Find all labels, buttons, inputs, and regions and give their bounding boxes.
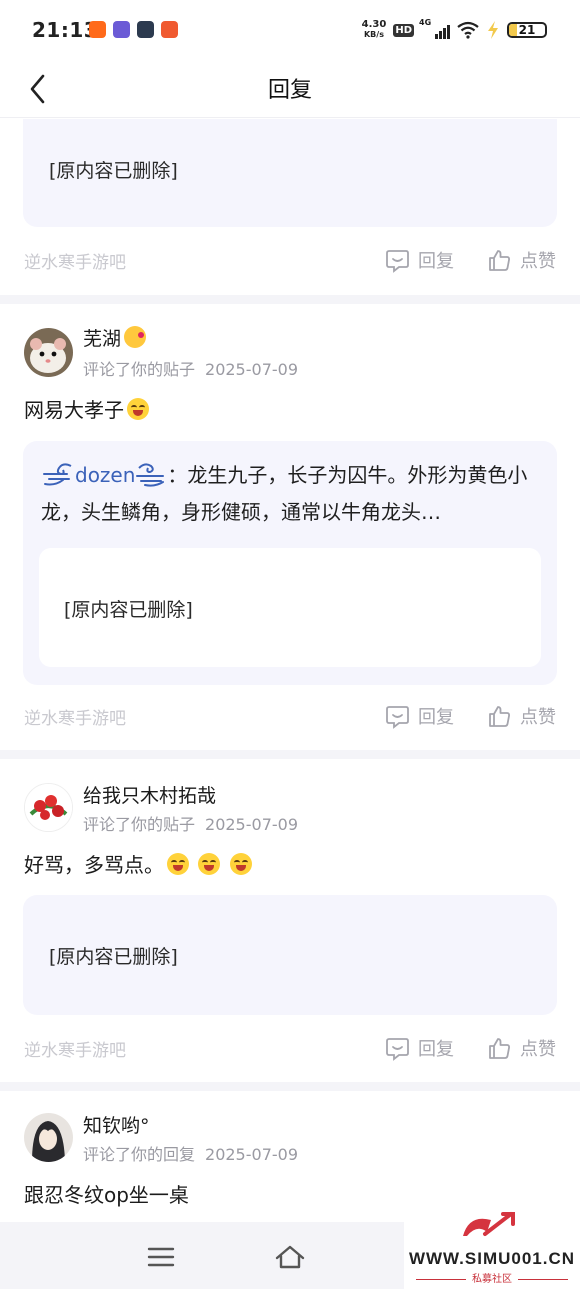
reply-button[interactable]: 回复 xyxy=(385,700,454,732)
reply-button[interactable]: 回复 xyxy=(385,244,454,276)
grinning-face-icon xyxy=(198,853,221,875)
username[interactable]: 知钦哟° xyxy=(83,1111,150,1138)
grinning-face-icon xyxy=(167,853,189,875)
app-notification-icon xyxy=(113,21,130,38)
top-app-bar: 回复 xyxy=(0,60,580,118)
thumbs-up-icon xyxy=(489,1037,510,1059)
reply-button[interactable]: 回复 xyxy=(385,1032,454,1064)
avatar[interactable] xyxy=(24,328,74,378)
swirl-decoration-icon xyxy=(43,463,72,486)
menu-button[interactable] xyxy=(144,1240,178,1274)
divider xyxy=(0,295,580,304)
item-footer: 逆水寒手游吧 回复 点赞 xyxy=(0,1032,580,1066)
divider xyxy=(0,750,580,759)
forum-name[interactable]: 逆水寒手游吧 xyxy=(24,704,126,729)
username[interactable]: 给我只木村拓哉 xyxy=(83,781,216,808)
grinning-face-icon xyxy=(229,853,252,875)
list-item[interactable]: 给我只木村拓哉 评论了你的贴子 2025-07-09 好骂，多骂点。 [原内容已删… xyxy=(0,759,580,1082)
quoted-post[interactable]: [原内容已删除] xyxy=(23,895,557,1015)
item-footer: 逆水寒手游吧 回复 点赞 xyxy=(0,700,580,734)
strawberry-avatar-image xyxy=(25,784,72,831)
taobao-notification-icon xyxy=(89,21,106,38)
home-button[interactable] xyxy=(273,1240,307,1274)
forum-name[interactable]: 逆水寒手游吧 xyxy=(24,1036,126,1061)
menu-icon xyxy=(147,1247,175,1267)
list-item[interactable]: 芜湖 评论了你的贴子 2025-07-09 网易大孝子 dozen ：龙生九子，长… xyxy=(0,304,580,750)
like-button[interactable]: 点赞 xyxy=(487,700,556,732)
reply-list: [原内容已删除] 逆水寒手游吧 回复 点赞 芜湖 评论了你的贴子 2025-07… xyxy=(0,119,580,1231)
like-button[interactable]: 点赞 xyxy=(487,1032,556,1064)
thumbs-up-icon xyxy=(489,249,510,271)
net-speed: 4.30 KB/s xyxy=(361,19,387,40)
kissing-face-icon xyxy=(124,326,147,348)
post-meta: 评论了你的贴子 2025-07-09 xyxy=(83,815,298,834)
list-item[interactable]: [原内容已删除] 逆水寒手游吧 回复 点赞 xyxy=(0,119,580,295)
status-bar: 21:13 4.30 KB/s HD 4G 21 xyxy=(0,0,580,60)
illustrated-portrait-avatar-image xyxy=(24,1113,73,1162)
hamster-avatar-image xyxy=(24,328,73,377)
comment-text: 好骂，多骂点。 xyxy=(24,849,252,878)
charging-bolt-icon xyxy=(488,21,498,39)
post-meta: 评论了你的回复 2025-07-09 xyxy=(83,1145,298,1164)
watermark-logo xyxy=(463,1212,515,1236)
quoted-post[interactable]: [原内容已删除] xyxy=(23,119,557,227)
username[interactable]: 芜湖 xyxy=(83,324,147,351)
video-notification-icon xyxy=(137,21,154,38)
item-footer: 逆水寒手游吧 回复 点赞 xyxy=(0,244,580,278)
comment-text: 网易大孝子 xyxy=(24,394,149,423)
quoted-text: dozen ：龙生九子，长子为囚牛。外形为黄色小龙，头生鳞角，身形健硕，通常以牛… xyxy=(41,457,541,531)
cellular-signal-icon: 4G xyxy=(419,18,450,39)
comment-text: 跟忍冬纹op坐一桌 xyxy=(24,1183,189,1207)
like-button[interactable]: 点赞 xyxy=(487,244,556,276)
grinning-face-icon xyxy=(127,398,149,420)
post-meta: 评论了你的贴子 2025-07-09 xyxy=(83,360,298,379)
comment-icon xyxy=(386,249,409,273)
battery-icon: 21 xyxy=(507,22,547,38)
watermark: WWW.SIMU001.CN 私募社区 xyxy=(404,1212,580,1289)
comment-icon xyxy=(386,1037,409,1061)
comment-icon xyxy=(386,705,409,729)
avatar[interactable] xyxy=(24,1113,74,1163)
quoted-post[interactable]: dozen ：龙生九子，长子为囚牛。外形为黄色小龙，头生鳞角，身形健硕，通常以牛… xyxy=(23,441,557,685)
shop-notification-icon xyxy=(161,21,178,38)
forum-name[interactable]: 逆水寒手游吧 xyxy=(24,248,126,273)
hd-icon: HD xyxy=(393,23,414,37)
deleted-content-note: [原内容已删除] xyxy=(49,946,178,968)
wifi-icon xyxy=(457,21,479,39)
nested-quote[interactable]: [原内容已删除] xyxy=(39,548,541,667)
page-title: 回复 xyxy=(267,78,312,103)
deleted-content-note: [原内容已删除] xyxy=(64,599,193,621)
avatar[interactable] xyxy=(24,783,74,833)
thumbs-up-icon xyxy=(489,705,510,727)
deleted-content-note: [原内容已删除] xyxy=(49,160,178,182)
quoted-author[interactable]: dozen xyxy=(75,463,135,487)
divider xyxy=(0,1082,580,1091)
home-icon xyxy=(275,1245,305,1269)
swirl-decoration-icon xyxy=(136,463,165,487)
